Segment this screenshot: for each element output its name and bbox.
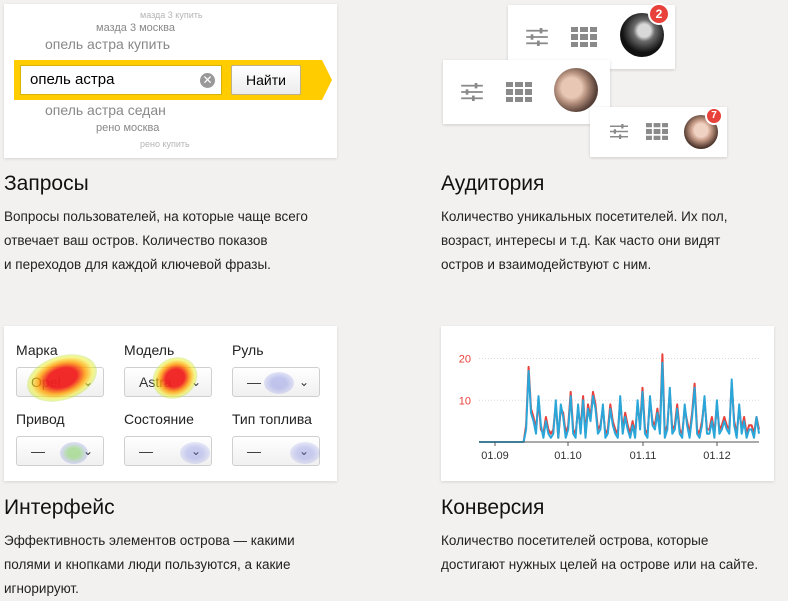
grid-icon[interactable]	[506, 82, 532, 102]
search-preview-card: мазда 3 купить мазда 3 москва опель астр…	[4, 4, 337, 158]
sliders-icon[interactable]	[461, 83, 483, 101]
section-description: Эффективность элементов острова — какими…	[4, 533, 295, 596]
sliders-icon[interactable]	[526, 28, 548, 46]
fuel-type-select[interactable]: — ⌄	[232, 436, 320, 466]
x-tick-label: 01.11	[630, 450, 657, 462]
condition-select[interactable]: — ⌄	[124, 436, 212, 466]
field-label: Состояние	[124, 411, 194, 427]
y-tick-label: 20	[459, 354, 471, 366]
audience-card: 7	[590, 107, 727, 157]
section-description: Количество уникальных посетителей. Их по…	[441, 209, 728, 272]
clear-icon[interactable]: ✕	[200, 73, 215, 88]
section-title: Запросы	[4, 172, 89, 195]
suggestion-item[interactable]: рено купить	[140, 139, 190, 149]
x-tick-label: 01.12	[703, 450, 731, 462]
search-input[interactable]: опель астра ✕	[20, 65, 222, 95]
chevron-down-icon: ⌄	[190, 444, 201, 458]
search-button[interactable]: Найти	[231, 65, 301, 95]
field-label: Привод	[16, 411, 65, 427]
chevron-down-icon: ⌄	[298, 375, 309, 389]
conversion-chart: 20 10 01.09 01.10 01.11 01.12	[459, 353, 760, 462]
section-description: Количество посетителей острова, которые …	[441, 533, 759, 572]
audience-card	[443, 60, 610, 124]
notification-badge: 2	[648, 3, 670, 25]
steering-select[interactable]: — ⌄	[232, 367, 320, 397]
field-label: Тип топлива	[232, 411, 312, 427]
chevron-down-icon: ⌄	[298, 444, 309, 458]
y-tick-label: 10	[459, 395, 471, 407]
grid-icon[interactable]	[646, 123, 668, 140]
field-label: Модель	[124, 342, 175, 358]
chevron-down-icon: ⌄	[82, 375, 93, 389]
search-query: опель астра	[30, 71, 115, 88]
drive-select[interactable]: — ⌄	[16, 436, 104, 466]
field-label: Руль	[232, 342, 264, 358]
model-select[interactable]: Astra ⌄	[124, 367, 212, 397]
suggestion-item[interactable]: мазда 3 москва	[96, 22, 175, 34]
section-title: Аудитория	[441, 172, 545, 195]
section-title: Конверсия	[441, 496, 545, 519]
sliders-icon[interactable]	[610, 124, 628, 139]
suggestion-item[interactable]: опель астра купить	[45, 36, 170, 52]
chevron-down-icon: ⌄	[82, 444, 93, 458]
section-title: Интерфейс	[4, 496, 115, 519]
suggestion-item[interactable]: рено москва	[96, 122, 159, 134]
notification-badge: 7	[705, 107, 723, 125]
suggestion-item[interactable]: опель астра седан	[45, 102, 166, 118]
x-tick-label: 01.10	[554, 450, 582, 462]
field-label: Марка	[16, 342, 58, 358]
brand-select[interactable]: Opel ⌄	[16, 367, 104, 397]
series-line	[479, 361, 760, 443]
conversion-chart-card: 20 10 01.09 01.10 01.11 01.12	[441, 326, 774, 481]
grid-icon[interactable]	[571, 27, 597, 47]
section-description: Вопросы пользователей, на которые чаще в…	[4, 209, 308, 272]
suggestion-item[interactable]: мазда 3 купить	[140, 10, 203, 20]
interface-preview-card: Марка Модель Руль Opel ⌄ Astra ⌄ — ⌄ Привод…	[4, 326, 337, 481]
chevron-down-icon: ⌄	[190, 375, 201, 389]
x-tick-label: 01.09	[481, 450, 509, 462]
search-bar: опель астра ✕ Найти	[14, 60, 332, 100]
avatar[interactable]	[554, 68, 598, 112]
